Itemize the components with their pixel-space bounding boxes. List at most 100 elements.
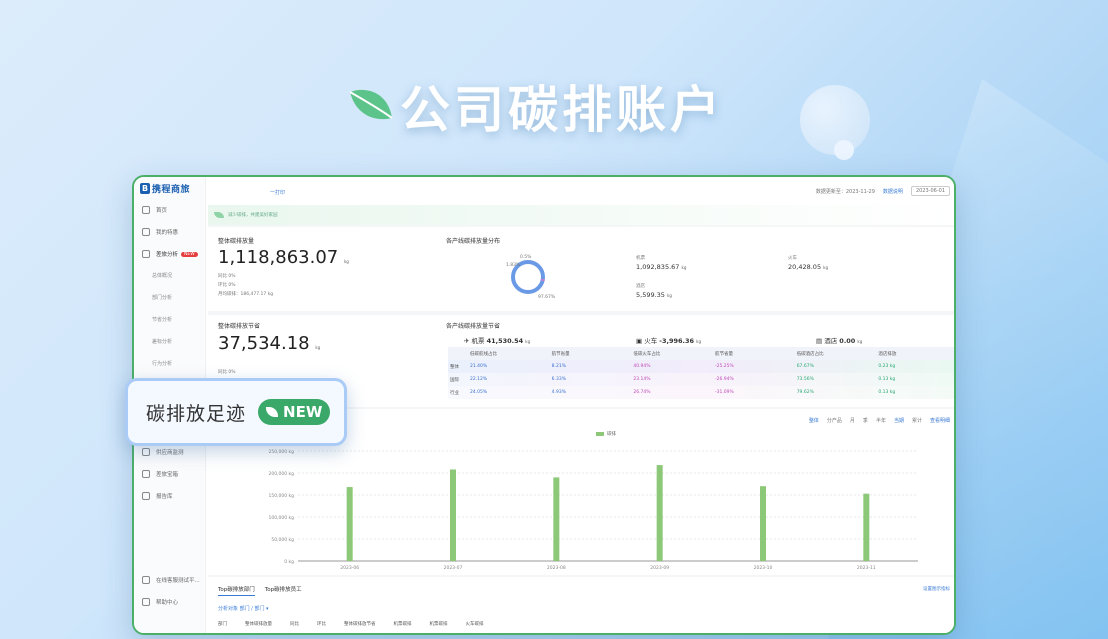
- sidebar-item-label: 报告库: [156, 494, 173, 500]
- card-title: 整体碳排放节省: [218, 323, 261, 330]
- sidebar-item-home[interactable]: 首页: [134, 199, 205, 221]
- donut-label-3: 97.67%: [538, 295, 556, 300]
- sidebar-item-travel-analysis[interactable]: 差旅分析 NEW: [134, 243, 205, 265]
- x-tick-label: 2023-08: [547, 565, 566, 571]
- train-saving: ▣ 火车 -3,996.36 kg: [636, 337, 702, 345]
- ctrl-half-year[interactable]: 半年: [876, 417, 886, 424]
- table-row: 整体 21.40% 8.21% 40.94% -25.25% 67.67% 0.…: [448, 360, 954, 373]
- hotel-emission: 酒店 5,599.35 kg: [636, 284, 672, 299]
- card-title: 整体碳排放量: [218, 238, 255, 245]
- hero-title: 公司碳排账户: [400, 81, 724, 139]
- data-help-link[interactable]: 数据说明: [883, 188, 903, 195]
- sidebar-subitem-department[interactable]: 部门分析: [134, 287, 205, 309]
- leaf-icon: [266, 407, 279, 417]
- decor-bubble-small: [834, 140, 854, 160]
- x-tick-label: 2023-11: [857, 565, 876, 571]
- emission-bar-chart: 0 kg 50,000 kg 100,000 kg 150,000 kg 200,000…: [268, 449, 918, 571]
- sidebar-item-label: 供应商监测: [156, 450, 184, 456]
- top-department-card: Top碳排放部门 Top碳排放员工 设置图示指标 分析对象 部门 / 部门 ▾ …: [208, 577, 954, 633]
- monitor-icon: [142, 448, 150, 456]
- bar[interactable]: [863, 493, 870, 561]
- top-tabs: Top碳排放部门 Top碳排放员工: [218, 585, 302, 596]
- bar[interactable]: [553, 477, 560, 561]
- table-header: 低碳航线占比 航节省量 低碳火车占比 航节省量 低碳酒店占比 酒店排放: [448, 347, 954, 360]
- bar[interactable]: [760, 486, 766, 561]
- sidebar-subitem-overview[interactable]: 总体概况: [134, 265, 205, 287]
- analysis-filter[interactable]: 分析对象 部门 / 部门 ▾: [218, 605, 269, 612]
- mom-text: 环比 0%: [218, 283, 236, 288]
- x-tick-label: 2023-10: [754, 565, 773, 571]
- ctrl-quarter[interactable]: 季: [863, 417, 868, 424]
- sidebar-subitem-policy[interactable]: 差标分析: [134, 331, 205, 353]
- brand-mark-icon: B: [140, 182, 150, 194]
- sidebar-item-deals[interactable]: 我的特惠: [134, 221, 205, 243]
- chart-legend: 碳排: [596, 431, 616, 437]
- y-tick-label: 100,000 kg: [268, 515, 294, 521]
- ctrl-period[interactable]: 当期: [894, 417, 904, 424]
- bar[interactable]: [656, 465, 663, 561]
- briefcase-icon: [142, 250, 150, 258]
- total-emission-card: 整体碳排放量 1,118,863.07 kg 同比 0% 环比 0% 月均碳排：…: [208, 227, 954, 311]
- sidebar-item-label: 差旅宝箱: [156, 472, 179, 478]
- total-emission-value: 1,118,863.07 kg: [218, 247, 349, 268]
- star-icon: [142, 228, 150, 236]
- donut-label-2: 1.83%: [506, 263, 521, 268]
- indicator-settings-link[interactable]: 设置图示指标: [923, 586, 950, 592]
- saving-title: 各产线碳排放量节省: [446, 323, 501, 330]
- y-tick-label: 150,000 kg: [268, 493, 294, 499]
- sidebar-item-help[interactable]: 帮助中心: [134, 591, 205, 613]
- hero: 公司碳排账户: [348, 70, 724, 142]
- banner: 减少碳排，共建美好家园: [208, 205, 954, 225]
- ctrl-by-product[interactable]: 分产品: [827, 417, 842, 424]
- y-tick-label: 200,000 kg: [268, 471, 294, 477]
- sidebar-subitem-savings[interactable]: 节省分析: [134, 309, 205, 331]
- sidebar-item-label: 差旅分析: [156, 252, 179, 258]
- legend-label: 碳排: [607, 432, 616, 437]
- sidebar-item-label: 我的特惠: [156, 230, 179, 236]
- new-badge: NEW: [258, 399, 331, 425]
- flight-saving: ✈ 机票 41,530.54 kg: [464, 337, 531, 345]
- bar[interactable]: [450, 469, 456, 561]
- y-tick-label: 50,000 kg: [271, 537, 294, 543]
- legend-swatch: [596, 432, 604, 436]
- monthly-avg-text: 月均碳排：186,477.17 kg: [218, 292, 274, 297]
- home-icon: [142, 206, 150, 214]
- date-picker[interactable]: 2023-06-01: [910, 186, 950, 196]
- sidebar-item-label: 帮助中心: [156, 600, 179, 606]
- x-tick-label: 2023-07: [444, 565, 463, 571]
- sidebar-item-label: 首页: [156, 208, 168, 214]
- yoy-text: 同比 0%: [218, 370, 236, 375]
- ctrl-overall[interactable]: 整体: [809, 417, 819, 424]
- plane-icon-label: 机票: [636, 256, 645, 261]
- sidebar-item-reports[interactable]: 报告库: [134, 485, 205, 507]
- document-icon: [142, 492, 150, 500]
- view-detail-link[interactable]: 查看明细: [930, 417, 950, 424]
- sidebar-item-service[interactable]: 在线客服测试平...: [134, 569, 205, 591]
- y-tick-label: 0 kg: [284, 559, 294, 565]
- carbon-footprint-popup[interactable]: 碳排放足迹 NEW: [125, 378, 347, 446]
- train-icon-label: 火车: [788, 256, 797, 261]
- table-row: 国际 22.12% 6.33% 23.14% -26.94% 73.56% 0.…: [448, 373, 954, 386]
- sidebar-subitem-behavior[interactable]: 行为分析: [134, 353, 205, 375]
- new-badge: NEW: [181, 251, 198, 257]
- brand-logo[interactable]: B 携程商旅: [134, 177, 205, 199]
- update-time: 数据更新至：2023-11-29: [815, 188, 875, 195]
- chart-controls: 整体 分产品 月 季 半年 当期 累计 查看明细: [809, 417, 950, 424]
- bar[interactable]: [346, 487, 353, 561]
- tab-top-employees[interactable]: Top碳排放员工: [265, 585, 302, 596]
- user-icon: [142, 470, 150, 478]
- banner-text: 减少碳排，共建美好家园: [228, 213, 278, 218]
- y-tick-label: 250,000 kg: [268, 449, 294, 455]
- train-emission: 火车 20,428.05 kg: [788, 256, 829, 271]
- headset-icon: [142, 576, 150, 584]
- x-tick-label: 2023-09: [650, 565, 669, 571]
- ctrl-cumulative[interactable]: 累计: [912, 417, 922, 424]
- sidebar-item-toolbox[interactable]: 差旅宝箱: [134, 463, 205, 485]
- ctrl-month[interactable]: 月: [850, 417, 855, 424]
- distribution-title: 各产线碳排放量分布: [446, 238, 501, 245]
- leaf-icon: [214, 212, 224, 218]
- saving-value: 37,534.18 kg: [218, 333, 321, 354]
- tab-top-departments[interactable]: Top碳排放部门: [218, 585, 255, 596]
- tab-print[interactable]: 一打印: [270, 189, 285, 196]
- flight-emission: 机票 1,092,835.67 kg: [636, 256, 687, 271]
